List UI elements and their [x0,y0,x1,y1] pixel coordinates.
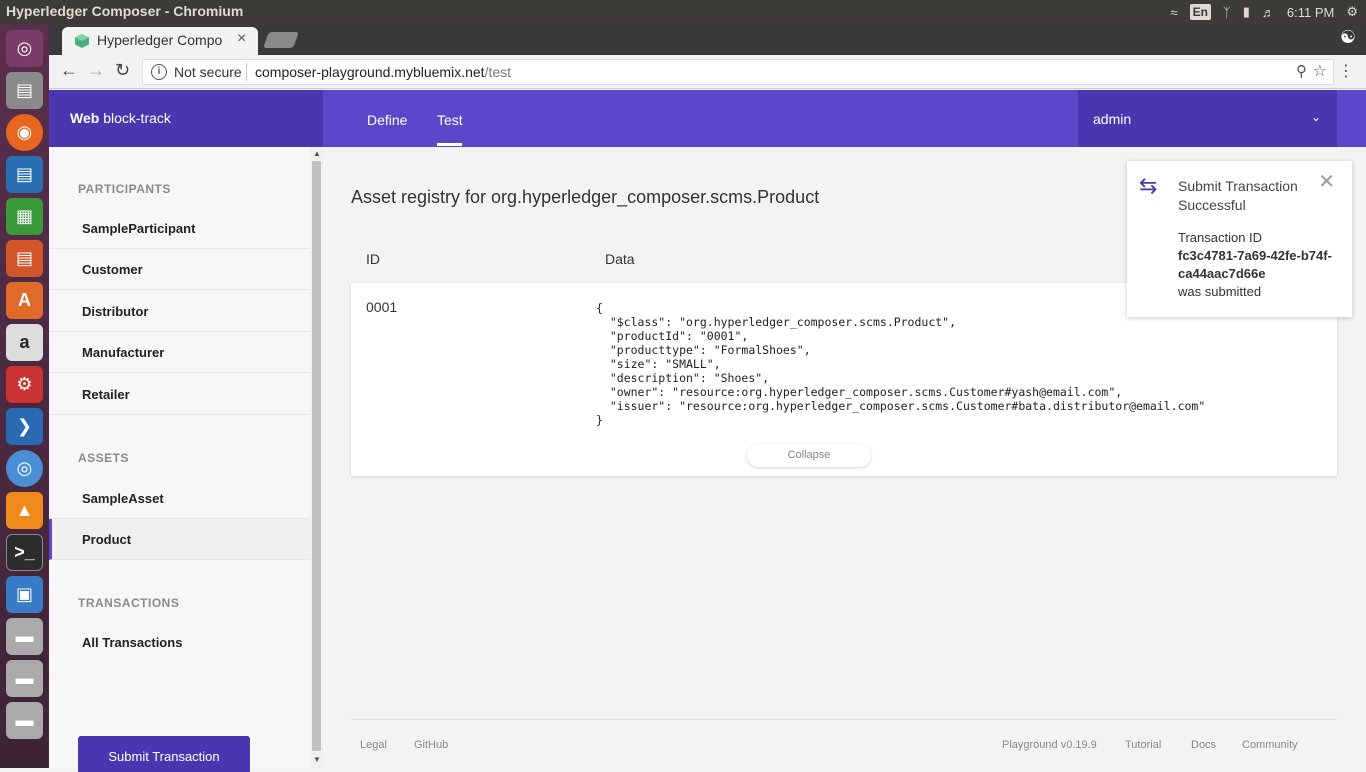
submit-transaction-button[interactable]: Submit Transaction [78,736,250,772]
calc-icon[interactable]: ▦ [6,198,43,235]
impress-icon[interactable]: ▤ [6,240,43,277]
zoom-icon[interactable]: ⚲ [1296,62,1307,80]
drive-icon[interactable]: ▬ [6,618,43,655]
system-tray: ≈ En ᛉ ▮ ♬ 6:11 PM ⚙ [1170,2,1358,22]
drive-icon[interactable]: ▬ [6,702,43,739]
column-header-id: ID [366,251,380,267]
chevron-down-icon: ⌄ [1310,110,1321,124]
footer-link-community[interactable]: Community [1242,739,1298,751]
composer-favicon-icon [75,34,89,48]
window-title: Hyperledger Composer - Chromium [6,3,244,19]
brand-prefix: Web [70,110,100,126]
asset-id: 0001 [366,299,398,315]
sidebar-item-customer[interactable]: Customer [49,249,310,290]
asset-json-data: { "$class": "org.hyperledger_composer.sc… [596,301,1206,427]
active-tab-indicator [437,143,462,146]
clock[interactable]: 6:11 PM [1287,5,1334,20]
scroll-down-icon[interactable]: ▼ [313,755,321,764]
section-heading-transactions: TRANSACTIONS [78,596,180,610]
ubuntu-launcher: ◎ ▤ ◉ ▤ ▦ ▤ A a ⚙ ❯ ◎ ▲ >_ ▣ ▬ ▬ ▬ [0,24,49,768]
collapse-button[interactable]: Collapse [747,444,871,467]
vlc-icon[interactable]: ▲ [6,492,43,529]
sidebar-item-retailer[interactable]: Retailer [49,374,310,415]
os-top-panel: Hyperledger Composer - Chromium ≈ En ᛉ ▮… [0,0,1366,24]
not-secure-label[interactable]: Not secure [174,64,242,80]
toast-message: Transaction ID fc3c4781-7a69-42fe-b74f-c… [1178,229,1338,301]
page-title: Asset registry for org.hyperledger_compo… [351,187,820,207]
url-host: composer-playground.mybluemix.net [255,64,485,80]
bookmark-star-icon[interactable]: ☆ [1313,61,1327,81]
browser-tab[interactable]: Hyperledger Compo × [62,27,258,55]
network-name: block-track [103,110,171,126]
sidebar-item-sampleasset[interactable]: SampleAsset [49,478,310,519]
bluetooth-icon[interactable]: ᛉ [1223,5,1231,20]
browser-menu-icon[interactable]: ⋮ [1338,61,1354,81]
scroll-up-icon[interactable]: ▲ [313,149,321,158]
reload-icon[interactable]: ↻ [115,60,130,81]
sidebar: PARTICIPANTS SampleParticipant Customer … [49,147,310,772]
new-tab-button[interactable] [263,32,299,48]
sidebar-item-product[interactable]: Product [49,519,310,560]
sidebar-item-all-transactions[interactable]: All Transactions [49,622,310,663]
browser-toolbar: ← → ↻ i Not secure composer-playground.m… [49,55,1366,89]
footer-link-tutorial[interactable]: Tutorial [1125,739,1161,751]
drive-icon[interactable]: ▬ [6,660,43,697]
wifi-icon[interactable]: ≈ [1170,5,1177,20]
footer-link-github[interactable]: GitHub [414,739,448,751]
chromium-icon[interactable]: ◎ [6,450,43,487]
sidebar-item-manufacturer[interactable]: Manufacturer [49,332,310,373]
url-text[interactable]: composer-playground.mybluemix.net/test [255,64,511,80]
terminal-icon[interactable]: >_ [6,534,43,571]
section-heading-participants: PARTICIPANTS [78,182,171,196]
software-center-icon[interactable]: A [6,282,43,319]
address-bar[interactable]: i Not secure composer-playground.mybluem… [142,59,1334,85]
footer-link-legal[interactable]: Legal [360,739,387,751]
system-settings-icon[interactable]: ⚙ [6,366,43,403]
sidebar-scrollbar[interactable]: ▲ ▼ [310,147,323,768]
footer-link-docs[interactable]: Docs [1191,739,1216,751]
battery-icon[interactable]: ▮ [1243,4,1250,20]
tab-define[interactable]: Define [367,112,407,128]
footer-version: Playground v0.19.9 [1002,739,1097,751]
toast-title: Submit Transaction Successful [1178,178,1298,213]
url-path: /test [484,64,512,80]
user-name: admin [1093,111,1132,127]
tab-test[interactable]: Test [437,112,463,128]
section-heading-assets: ASSETS [78,451,130,465]
file-manager-icon[interactable]: ▤ [6,72,43,109]
keyboard-lang-indicator[interactable]: En [1189,4,1211,20]
amazon-icon[interactable]: a [6,324,43,361]
scrollbar-thumb[interactable] [312,161,321,751]
sidebar-item-sampleparticipant[interactable]: SampleParticipant [49,208,310,249]
forward-arrow-icon[interactable]: → [87,60,105,81]
swap-arrows-icon: ⇆ [1139,173,1158,198]
tab-title: Hyperledger Compo [97,32,223,48]
back-arrow-icon[interactable]: ← [60,60,78,81]
incognito-icon: ☯ [1339,27,1356,47]
footer-divider [351,719,1337,720]
transaction-success-toast: ⇆ Submit Transaction Successful ✕ Transa… [1127,161,1352,317]
sidebar-item-distributor[interactable]: Distributor [49,291,310,332]
vscode-icon[interactable]: ❯ [6,408,43,445]
transaction-id-label: Transaction ID [1178,230,1263,245]
brand[interactable]: Web block-track [49,90,323,147]
divider [246,63,247,81]
identity-dropdown[interactable]: admin ⌄ [1078,90,1337,147]
toast-suffix: was submitted [1178,284,1262,299]
column-header-data: Data [605,251,635,267]
settings-gear-icon[interactable]: ⚙ [1346,4,1358,20]
image-viewer-icon[interactable]: ▣ [6,576,43,613]
firefox-icon[interactable]: ◉ [6,114,43,151]
close-icon[interactable]: ✕ [1318,169,1335,194]
ubuntu-dash-icon[interactable]: ◎ [6,30,43,67]
info-icon[interactable]: i [151,64,167,80]
transaction-id-value: fc3c4781-7a69-42fe-b74f-ca44aac7d66e [1178,248,1332,281]
writer-icon[interactable]: ▤ [6,156,43,193]
volume-icon[interactable]: ♬ [1262,5,1275,20]
tab-close-icon[interactable]: × [237,30,246,48]
